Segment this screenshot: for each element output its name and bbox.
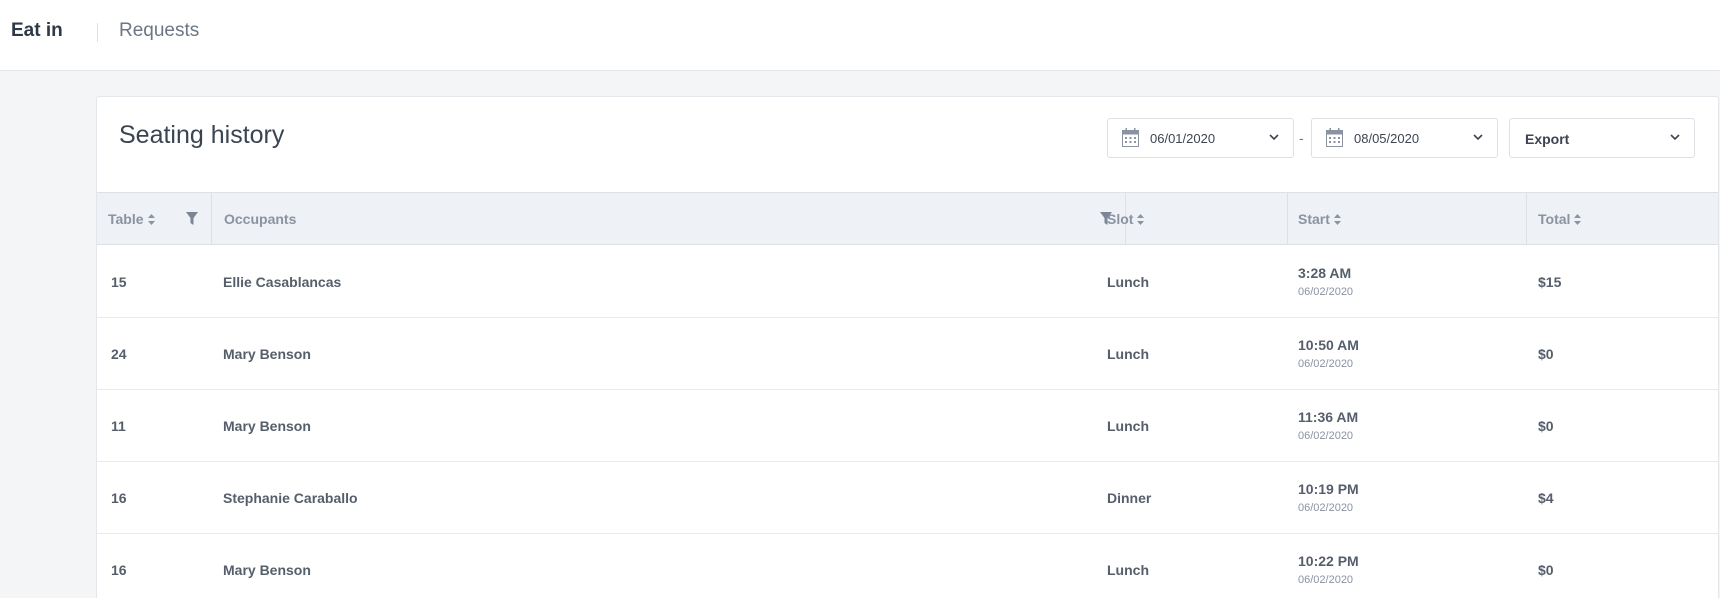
cell-start-date: 06/02/2020 bbox=[1298, 574, 1354, 586]
cell-start-time: 10:50 AM bbox=[1298, 337, 1359, 353]
cell-occupants: Mary Benson bbox=[223, 562, 311, 578]
date-from-picker[interactable]: 06/01/2020 bbox=[1107, 118, 1294, 158]
chevron-down-icon bbox=[1473, 134, 1483, 141]
table-row[interactable]: 24 Mary Benson Lunch 10:50 AM 06/02/2020… bbox=[97, 318, 1718, 390]
cell-slot: Lunch bbox=[1107, 562, 1149, 578]
column-header-total[interactable]: Total bbox=[1538, 193, 1582, 245]
cell-total: $0 bbox=[1538, 562, 1554, 578]
tab-requests[interactable]: Requests bbox=[119, 20, 199, 42]
seating-history-card: Seating history 06/01/2020 - 08/05/2020 … bbox=[96, 96, 1719, 598]
tab-divider bbox=[97, 23, 98, 42]
cell-start-date: 06/02/2020 bbox=[1298, 358, 1354, 370]
column-label: Occupants bbox=[224, 211, 297, 227]
cell-start-time: 10:19 PM bbox=[1298, 481, 1359, 497]
date-from-value: 06/01/2020 bbox=[1150, 131, 1216, 146]
column-label: Slot bbox=[1107, 211, 1134, 227]
cell-start-date: 06/02/2020 bbox=[1298, 286, 1354, 298]
column-divider bbox=[211, 193, 212, 245]
chevron-down-icon bbox=[1269, 134, 1279, 141]
table-row[interactable]: 16 Mary Benson Lunch 10:22 PM 06/02/2020… bbox=[97, 534, 1718, 598]
page-title: Seating history bbox=[119, 121, 285, 149]
top-nav: Eat in Requests bbox=[0, 0, 1720, 71]
cell-start-date: 06/02/2020 bbox=[1298, 430, 1354, 442]
cell-occupants: Ellie Casablancas bbox=[223, 274, 342, 290]
date-range-separator: - bbox=[1299, 130, 1304, 146]
cell-occupants: Mary Benson bbox=[223, 346, 311, 362]
cell-table: 15 bbox=[111, 274, 127, 290]
column-label: Total bbox=[1538, 211, 1571, 227]
sort-icon bbox=[1137, 214, 1145, 225]
column-header-slot[interactable]: Slot bbox=[1107, 193, 1145, 245]
sort-icon bbox=[147, 214, 155, 225]
cell-table: 11 bbox=[111, 418, 126, 434]
date-to-value: 08/05/2020 bbox=[1354, 131, 1420, 146]
column-divider bbox=[1526, 193, 1527, 245]
export-label: Export bbox=[1525, 131, 1570, 147]
sort-icon bbox=[1574, 214, 1582, 225]
cell-total: $0 bbox=[1538, 418, 1554, 434]
cell-slot: Lunch bbox=[1107, 346, 1149, 362]
chevron-down-icon bbox=[1670, 134, 1680, 141]
cell-occupants: Stephanie Caraballo bbox=[223, 490, 358, 506]
export-dropdown[interactable]: Export bbox=[1509, 118, 1695, 158]
tab-eat-in[interactable]: Eat in bbox=[11, 20, 63, 42]
sort-icon bbox=[1333, 214, 1341, 225]
table-header: Table Occupants Slot Start Total bbox=[97, 192, 1718, 245]
cell-table: 24 bbox=[111, 346, 127, 362]
cell-occupants: Mary Benson bbox=[223, 418, 311, 434]
column-header-table[interactable]: Table bbox=[108, 193, 155, 245]
column-divider bbox=[1287, 193, 1288, 245]
cell-table: 16 bbox=[111, 490, 127, 506]
cell-slot: Lunch bbox=[1107, 418, 1149, 434]
filter-icon[interactable] bbox=[186, 212, 198, 225]
column-header-start[interactable]: Start bbox=[1298, 193, 1341, 245]
cell-start-time: 3:28 AM bbox=[1298, 265, 1352, 281]
cell-start-time: 10:22 PM bbox=[1298, 553, 1359, 569]
cell-slot: Lunch bbox=[1107, 274, 1149, 290]
cell-start-time: 11:36 AM bbox=[1298, 409, 1359, 425]
date-to-picker[interactable]: 08/05/2020 bbox=[1311, 118, 1498, 158]
cell-table: 16 bbox=[111, 562, 127, 578]
cell-slot: Dinner bbox=[1107, 490, 1152, 506]
calendar-icon bbox=[1326, 128, 1343, 147]
calendar-icon bbox=[1122, 128, 1139, 147]
column-label: Table bbox=[108, 211, 144, 227]
table-row[interactable]: 11 Mary Benson Lunch 11:36 AM 06/02/2020… bbox=[97, 390, 1718, 462]
table-row[interactable]: 16 Stephanie Caraballo Dinner 10:19 PM 0… bbox=[97, 462, 1718, 534]
cell-total: $4 bbox=[1538, 490, 1554, 506]
column-header-occupants[interactable]: Occupants bbox=[224, 193, 296, 245]
cell-total: $15 bbox=[1538, 274, 1562, 290]
cell-start-date: 06/02/2020 bbox=[1298, 502, 1354, 514]
table-row[interactable]: 15 Ellie Casablancas Lunch 3:28 AM 06/02… bbox=[97, 246, 1718, 318]
column-label: Start bbox=[1298, 211, 1330, 227]
cell-total: $0 bbox=[1538, 346, 1554, 362]
